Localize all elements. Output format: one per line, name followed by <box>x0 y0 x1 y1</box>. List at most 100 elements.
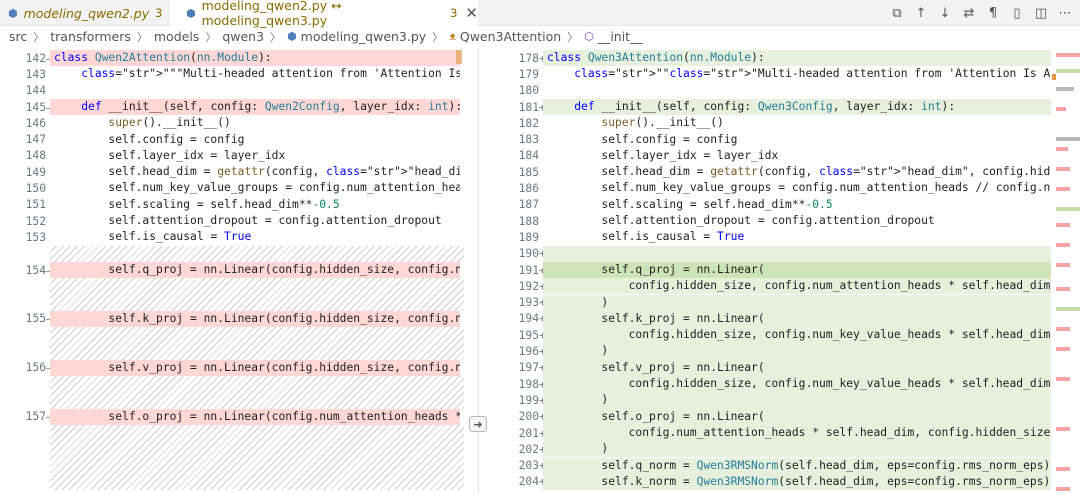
code-text: self.layer_idx = layer_idx <box>547 148 779 162</box>
open-file-icon[interactable]: ⧉ <box>890 6 904 21</box>
left-code-line[interactable]: 148 self.layer_idx = layer_idx <box>0 148 464 164</box>
right-code-line[interactable]: 190+ <box>493 245 1055 262</box>
python-file-icon: ⬢ <box>186 6 196 20</box>
modified-editor[interactable]: 178+class Qwen3Attention(nn.Module):179 … <box>493 47 1055 493</box>
breadcrumb-item[interactable]: __init__ <box>598 29 643 44</box>
right-code-line[interactable]: 189 self.is_causal = True <box>493 229 1055 245</box>
arrow-up-icon[interactable]: ↑ <box>914 6 928 21</box>
right-code-line[interactable]: 184 self.layer_idx = layer_idx <box>493 148 1055 164</box>
line-number: 180 <box>518 84 539 98</box>
left-code-line[interactable]: 154— self.q_proj = nn.Linear(config.hidd… <box>0 261 464 279</box>
line-number: 182 <box>518 116 539 130</box>
line-number: 149 <box>25 165 46 179</box>
left-code-line[interactable]: 151 self.scaling = self.head_dim**-0.5 <box>0 197 464 213</box>
left-code-line[interactable]: 157— self.o_proj = nn.Linear(config.num_… <box>0 408 464 425</box>
line-number: 148 <box>25 149 46 163</box>
right-code-line[interactable]: 196+ ) <box>493 343 1055 360</box>
line-number: 203 <box>518 459 539 473</box>
code-text: self.k_norm = Qwen3RMSNorm(self.head_dim… <box>543 473 1051 491</box>
line-number: 187 <box>518 198 539 212</box>
right-code-line[interactable]: 200+ self.o_proj = nn.Linear( <box>493 408 1055 425</box>
breadcrumb-item[interactable]: models <box>154 29 199 44</box>
code-text: ) <box>543 294 1051 311</box>
line-number: 190 <box>518 247 539 261</box>
right-code-line[interactable]: 202+ ) <box>493 441 1055 458</box>
left-code-line[interactable]: 142—class Qwen2Attention(nn.Module): <box>0 50 464 67</box>
right-code-line[interactable]: 203+ self.q_norm = Qwen3RMSNorm(self.hea… <box>493 457 1055 474</box>
code-text: ) <box>543 441 1051 458</box>
right-code-line[interactable]: 194+ self.k_proj = nn.Linear( <box>493 310 1055 328</box>
left-code-line[interactable]: 149 self.head_dim = getattr(config, clas… <box>0 164 464 180</box>
close-icon[interactable]: ✕ <box>465 4 478 22</box>
right-code-line[interactable]: 201+ config.num_attention_heads * self.h… <box>493 424 1055 442</box>
breadcrumb-item[interactable]: Qwen3Attention <box>460 29 561 44</box>
right-code-line[interactable]: 185 self.head_dim = getattr(config, clas… <box>493 164 1055 180</box>
left-code-line[interactable]: 147 self.config = config <box>0 132 464 148</box>
line-number: 196 <box>518 345 539 359</box>
left-code-line[interactable]: 145— def __init__(self, config: Qwen2Con… <box>0 98 464 116</box>
right-code-line[interactable]: 188 self.attention_dropout = config.atte… <box>493 213 1055 229</box>
right-code-line[interactable]: 198+ config.hidden_size, config.num_key_… <box>493 376 1055 393</box>
right-code-line[interactable]: 192+ config.hidden_size, config.num_atte… <box>493 278 1055 295</box>
tab-bar: ⬢ modeling_qwen2.py 3 ⬢ modeling_qwen2.p… <box>0 0 1080 28</box>
code-text: self.q_proj = nn.Linear( <box>543 261 1051 279</box>
breadcrumb: src 〉 transformers 〉 models 〉 qwen3 〉 ⬢ … <box>0 27 1080 46</box>
minimap-change-mark <box>1056 167 1070 171</box>
breadcrumb-item[interactable]: transformers <box>50 29 131 44</box>
right-code-line[interactable]: 182 super().__init__() <box>493 115 1055 131</box>
right-code-line[interactable]: 180 <box>493 83 1055 99</box>
right-code-line[interactable]: 183 self.config = config <box>493 132 1055 148</box>
code-text: self.is_causal = True <box>547 230 745 244</box>
left-code-line[interactable]: 146 super().__init__() <box>0 115 464 131</box>
whitespace-icon[interactable]: ¶ <box>986 6 1000 21</box>
line-number: 179 <box>518 67 539 81</box>
code-text: self.config = config <box>547 132 738 146</box>
right-code-line[interactable]: 191+ self.q_proj = nn.Linear( <box>493 261 1055 279</box>
diff-gap-hatch <box>50 376 464 409</box>
original-editor[interactable]: 142—class Qwen2Attention(nn.Module):143 … <box>0 47 464 493</box>
tab-diff-view[interactable]: ⬢ modeling_qwen2.py ↔ modeling_qwen3.py … <box>170 0 478 28</box>
minimap[interactable] <box>1056 47 1080 493</box>
right-code-line[interactable]: 187 self.scaling = self.head_dim**-0.5 <box>493 197 1055 213</box>
breadcrumb-item[interactable]: src <box>9 29 27 44</box>
problem-count: 3 <box>155 6 163 20</box>
breadcrumb-item[interactable]: modeling_qwen3.py <box>301 29 427 44</box>
chevron-right-icon: 〉 <box>432 30 444 44</box>
book-icon[interactable]: ▯ <box>1010 6 1024 21</box>
line-number: 151 <box>25 198 46 212</box>
left-code-line[interactable]: 143 class="str">"""Multi-headed attentio… <box>0 66 464 82</box>
line-number: 147 <box>25 133 46 147</box>
right-code-line[interactable]: 179 class="str">""class="str">"Multi-hea… <box>493 66 1055 82</box>
code-text: self.v_proj = nn.Linear(config.hidden_si… <box>50 359 460 376</box>
right-code-line[interactable]: 204+ self.k_norm = Qwen3RMSNorm(self.hea… <box>493 473 1055 491</box>
right-code-line[interactable]: 193+ ) <box>493 294 1055 311</box>
right-code-line[interactable]: 186 self.num_key_value_groups = config.n… <box>493 180 1055 196</box>
arrow-down-icon[interactable]: ↓ <box>938 6 952 21</box>
left-code-line[interactable]: 152 self.attention_dropout = config.atte… <box>0 213 464 229</box>
tab-modeling-qwen2[interactable]: ⬢ modeling_qwen2.py 3 <box>0 0 168 26</box>
minimap-change-mark <box>1056 243 1070 247</box>
split-editor-icon[interactable]: ◫ <box>1034 6 1048 21</box>
left-code-line[interactable]: 144 <box>0 83 464 99</box>
breadcrumb-item[interactable]: qwen3 <box>222 29 264 44</box>
swap-icon[interactable]: ⇄ <box>962 6 976 21</box>
right-code-line[interactable]: 178+class Qwen3Attention(nn.Module): <box>493 50 1055 67</box>
right-code-line[interactable]: 195+ config.hidden_size, config.num_key_… <box>493 327 1055 344</box>
minimap-change-mark <box>1056 467 1070 471</box>
line-number: 157 <box>25 410 46 424</box>
left-code-line[interactable]: 150 self.num_key_value_groups = config.n… <box>0 180 464 196</box>
revert-arrow-icon[interactable]: ➜ <box>469 416 487 432</box>
left-code-line[interactable]: 153 self.is_causal = True <box>0 229 464 245</box>
right-code-line[interactable]: 197+ self.v_proj = nn.Linear( <box>493 359 1055 376</box>
right-code-line[interactable]: 199+ ) <box>493 392 1055 409</box>
left-code-line[interactable]: 156— self.v_proj = nn.Linear(config.hidd… <box>0 359 464 376</box>
code-text: self.head_dim = getattr(config, class="s… <box>547 165 1051 179</box>
right-code-line[interactable]: 181+ def __init__(self, config: Qwen3Con… <box>493 98 1055 116</box>
more-icon[interactable]: ⋯ <box>1058 6 1072 21</box>
diff-gap-hatch <box>50 278 464 311</box>
code-text: config.hidden_size, config.num_attention… <box>543 278 1051 295</box>
line-number: 155 <box>25 312 46 326</box>
code-text: ) <box>543 343 1051 360</box>
left-code-line[interactable]: 155— self.k_proj = nn.Linear(config.hidd… <box>0 310 464 328</box>
code-text: self.layer_idx = layer_idx <box>54 148 286 162</box>
